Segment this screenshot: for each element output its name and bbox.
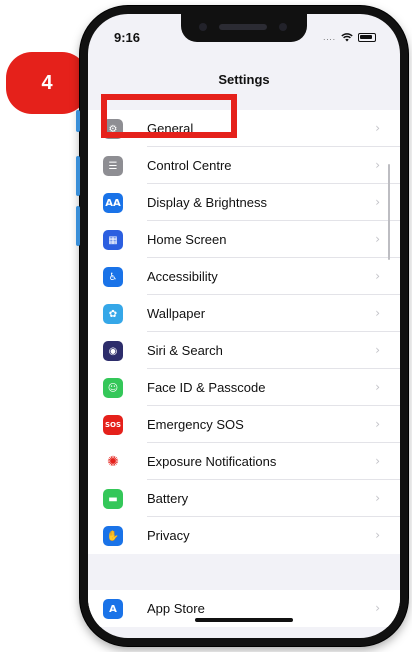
settings-row-label: Face ID & Passcode <box>147 380 266 395</box>
settings-row-label: General <box>147 121 194 136</box>
settings-row-label: App Store <box>147 601 205 616</box>
volume-down-button <box>76 206 80 246</box>
settings-row-label: Display & Brightness <box>147 195 267 210</box>
text-size-icon: AA <box>103 193 123 213</box>
chevron-right-icon: › <box>375 195 380 209</box>
chevron-right-icon: › <box>375 343 380 357</box>
settings-row-label: Wallpaper <box>147 306 206 321</box>
hand-icon: ✋ <box>103 526 123 546</box>
app-store-icon: A <box>103 599 123 619</box>
status-icons: .... <box>323 32 376 42</box>
scrollbar[interactable] <box>388 164 390 260</box>
step-number-badge: 4 <box>6 52 88 114</box>
settings-list: ⚙ General › ☰ Control Centre › AA Display & Bri… <box>88 110 400 554</box>
chevron-right-icon: › <box>375 380 380 394</box>
settings-row-label: Siri & Search <box>147 343 223 358</box>
chevron-right-icon: › <box>375 306 380 320</box>
settings-row-label: Privacy <box>147 528 190 543</box>
chevron-right-icon: › <box>375 601 380 615</box>
speaker-grille <box>219 24 267 30</box>
chevron-right-icon: › <box>375 454 380 468</box>
gear-icon: ⚙ <box>103 119 123 139</box>
chevron-right-icon: › <box>375 491 380 505</box>
phone-frame: 9:16 .... Settings ⚙ General › ☰ Control Cen… <box>76 6 408 646</box>
battery-icon: ▬ <box>103 489 123 509</box>
settings-row-label: Battery <box>147 491 189 506</box>
volume-up-button <box>76 156 80 196</box>
settings-row-privacy[interactable]: ✋ Privacy › <box>88 517 400 554</box>
chevron-right-icon: › <box>375 269 380 283</box>
chevron-right-icon: › <box>375 232 380 246</box>
home-indicator[interactable] <box>195 618 293 622</box>
switches-icon: ☰ <box>103 156 123 176</box>
home-grid-icon: ▦ <box>103 230 123 250</box>
exposure-icon: ✺ <box>103 452 123 472</box>
battery-status-icon <box>358 32 376 42</box>
siri-icon: ◉ <box>103 341 123 361</box>
settings-row-label: Accessibility <box>147 269 218 284</box>
settings-row-label: Home Screen <box>147 232 227 247</box>
mute-switch <box>76 110 80 132</box>
settings-row-exposure-notifications[interactable]: ✺ Exposure Notifications › <box>88 443 400 480</box>
settings-row-display-brightness[interactable]: AA Display & Brightness › <box>88 184 400 221</box>
chevron-right-icon: › <box>375 158 380 172</box>
settings-row-home-screen[interactable]: ▦ Home Screen › <box>88 221 400 258</box>
step-number: 4 <box>41 71 53 94</box>
settings-row-face-id-passcode[interactable]: ☺ Face ID & Passcode › <box>88 369 400 406</box>
settings-row-control-centre[interactable]: ☰ Control Centre › <box>88 147 400 184</box>
accessibility-icon: ♿ <box>103 267 123 287</box>
notch <box>181 14 307 42</box>
phone-screen: 9:16 .... Settings ⚙ General › ☰ Control Cen… <box>88 14 400 638</box>
settings-row-label: Exposure Notifications <box>147 454 277 469</box>
chevron-right-icon: › <box>375 121 380 135</box>
settings-row-emergency-sos[interactable]: SOS Emergency SOS › <box>88 406 400 443</box>
settings-row-wallpaper[interactable]: ✿ Wallpaper › <box>88 295 400 332</box>
status-time: 9:16 <box>114 30 141 45</box>
settings-row-siri-search[interactable]: ◉ Siri & Search › <box>88 332 400 369</box>
settings-row-label: Emergency SOS <box>147 417 244 432</box>
camera-icon <box>279 23 287 31</box>
signal-icon: .... <box>323 32 336 42</box>
sos-icon: SOS <box>103 415 123 435</box>
wifi-icon <box>341 33 353 42</box>
page-title: Settings <box>218 72 270 87</box>
settings-row-general[interactable]: ⚙ General › <box>88 110 400 147</box>
flower-icon: ✿ <box>103 304 123 324</box>
settings-row-accessibility[interactable]: ♿ Accessibility › <box>88 258 400 295</box>
settings-row-label: Control Centre <box>147 158 232 173</box>
face-id-icon: ☺ <box>103 378 123 398</box>
chevron-right-icon: › <box>375 528 380 542</box>
settings-row-battery[interactable]: ▬ Battery › <box>88 480 400 517</box>
chevron-right-icon: › <box>375 417 380 431</box>
sensor-icon <box>199 23 207 31</box>
